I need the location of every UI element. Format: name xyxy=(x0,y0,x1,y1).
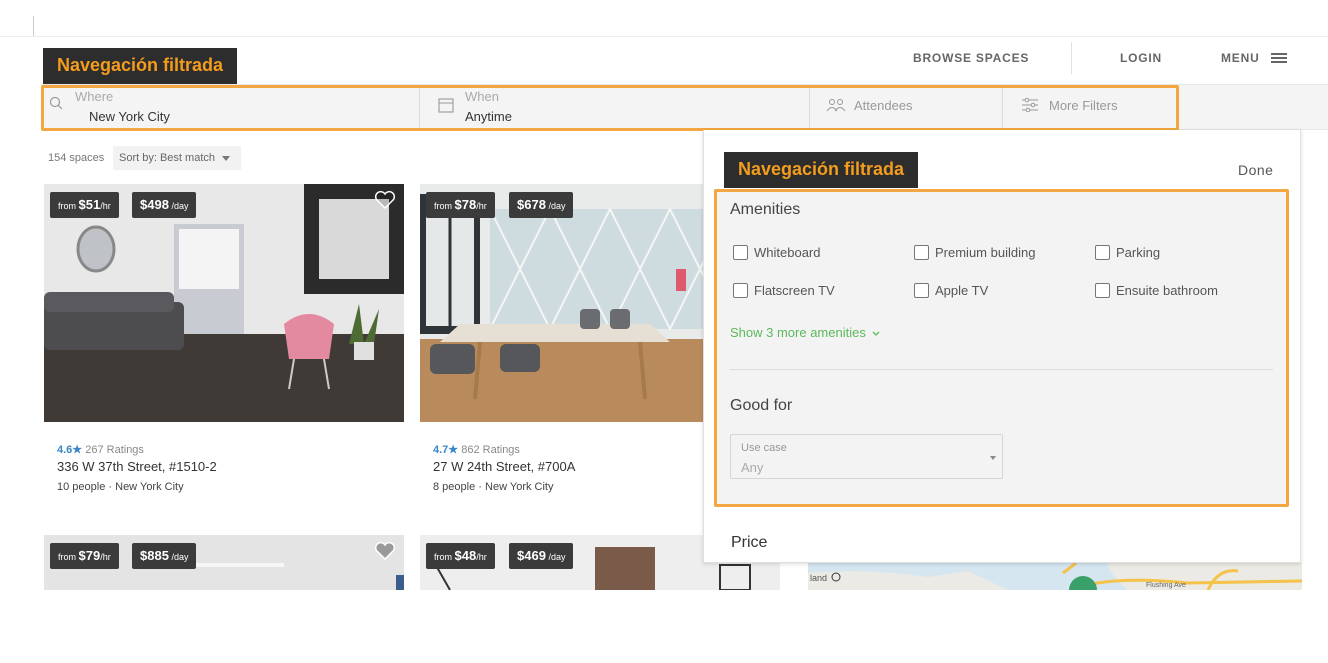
daily-price: $469 xyxy=(517,548,546,563)
map-label: Flushing Ave xyxy=(1146,582,1186,589)
listing-rating: 4.6★ 267 Ratings xyxy=(57,443,144,456)
daily-price: $678 xyxy=(517,197,546,212)
map-label: land xyxy=(810,573,828,583)
listing-meta: 10 people · New York City xyxy=(57,481,184,493)
divider xyxy=(1071,42,1072,74)
listing-meta: 8 people · New York City xyxy=(433,481,554,493)
price-unit: /day xyxy=(548,552,566,562)
price-unit: /hr xyxy=(476,552,487,562)
highlight-box xyxy=(41,85,1179,131)
hourly-price-badge: from $51/hr xyxy=(50,192,119,218)
price-unit: /day xyxy=(171,552,189,562)
rating-score: 4.7★ xyxy=(433,444,459,456)
listing-rating: 4.7★ 862 Ratings xyxy=(433,443,520,456)
price-prefix: from xyxy=(434,201,452,211)
listing-address[interactable]: 336 W 37th Street, #1510-2 xyxy=(57,459,217,474)
rating-score: 4.6★ xyxy=(57,444,83,456)
divider xyxy=(33,16,34,36)
price-unit: /day xyxy=(171,201,189,211)
map[interactable]: land Flushing Ave xyxy=(808,563,1302,590)
price-prefix: from xyxy=(58,552,76,562)
menu-button[interactable]: MENU xyxy=(1221,51,1260,65)
daily-price: $885 xyxy=(140,548,169,563)
hourly-price-badge: from $79/hr xyxy=(50,543,119,569)
hamburger-icon[interactable] xyxy=(1271,53,1287,63)
daily-price-badge: $885 /day xyxy=(132,543,197,569)
listing-photo[interactable] xyxy=(44,184,404,422)
caret-down-icon xyxy=(222,155,231,161)
sort-label: Sort by: xyxy=(119,152,157,164)
hourly-price-badge: from $78/hr xyxy=(426,192,495,218)
listing-card[interactable]: from $51/hr $498 /day 4.6★ 267 Ratings 3… xyxy=(44,184,404,504)
price-unit: /day xyxy=(548,201,566,211)
listing-address[interactable]: 27 W 24th Street, #700A xyxy=(433,459,575,474)
annotation-label: Navegación filtrada xyxy=(724,152,919,188)
price-prefix: from xyxy=(58,201,76,211)
page: BROWSE SPACES LOGIN MENU Navegación filt… xyxy=(0,0,1328,663)
price-unit: /hr xyxy=(476,201,487,211)
meta-separator: · xyxy=(478,481,482,493)
hourly-price: $51 xyxy=(78,197,101,212)
sort-dropdown[interactable]: Sort by: Best match xyxy=(113,146,241,170)
capacity: 8 people xyxy=(433,481,476,493)
city: New York City xyxy=(485,481,554,493)
listing-card[interactable]: from $79/hr $885 /day xyxy=(44,535,404,590)
rating-count: 267 Ratings xyxy=(85,444,144,456)
daily-price-badge: $469 /day xyxy=(509,543,574,569)
price-prefix: from xyxy=(434,552,452,562)
rating-count: 862 Ratings xyxy=(461,444,520,456)
capacity: 10 people xyxy=(57,481,106,493)
price-unit: /hr xyxy=(100,201,111,211)
divider xyxy=(0,36,1328,37)
browse-spaces-link[interactable]: BROWSE SPACES xyxy=(913,51,1029,65)
heart-icon[interactable] xyxy=(374,541,396,561)
annotation-label: Navegación filtrada xyxy=(43,48,238,84)
hourly-price: $78 xyxy=(454,197,477,212)
price-unit: /hr xyxy=(100,552,111,562)
results-count: 154 spaces xyxy=(48,152,105,164)
login-link[interactable]: LOGIN xyxy=(1120,51,1162,65)
meta-separator: · xyxy=(108,481,113,493)
city: New York City xyxy=(115,481,184,493)
heart-icon[interactable] xyxy=(374,190,396,210)
daily-price-badge: $498 /day xyxy=(132,192,197,218)
highlight-box xyxy=(714,189,1289,507)
hourly-price: $48 xyxy=(454,548,477,563)
daily-price: $498 xyxy=(140,197,169,212)
hourly-price: $79 xyxy=(78,548,101,563)
hourly-price-badge: from $48/hr xyxy=(426,543,495,569)
done-button[interactable]: Done xyxy=(1238,162,1273,178)
sort-value: Best match xyxy=(159,152,215,164)
daily-price-badge: $678 /day xyxy=(509,192,574,218)
price-title: Price xyxy=(731,534,768,551)
